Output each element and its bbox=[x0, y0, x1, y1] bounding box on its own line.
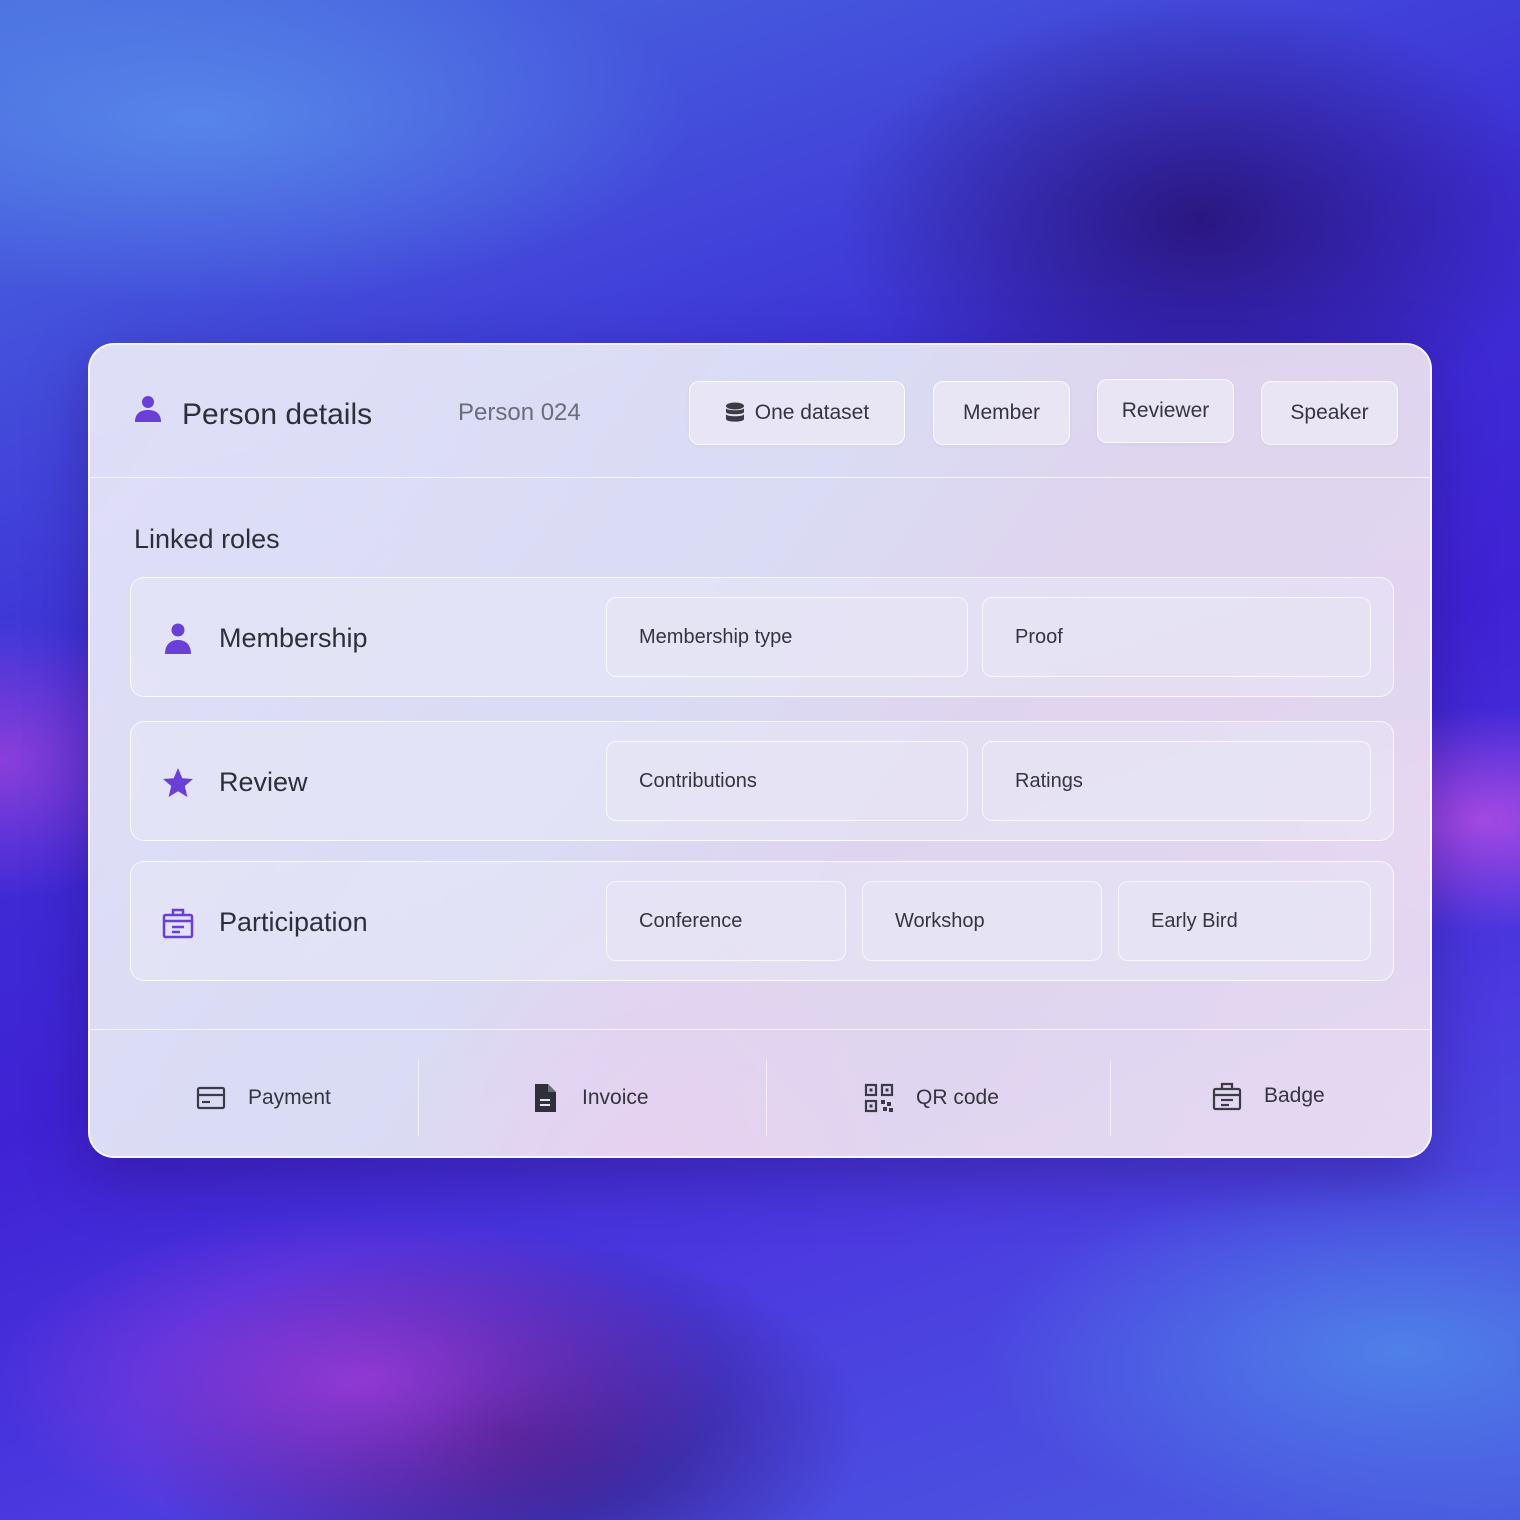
role-row-participation[interactable]: Participation Conference Workshop Early … bbox=[130, 861, 1394, 981]
role-row-review[interactable]: Review Contributions Ratings bbox=[130, 721, 1394, 841]
role-label-membership: Membership bbox=[219, 623, 368, 653]
role-row-membership[interactable]: Membership Membership type Proof bbox=[130, 577, 1394, 697]
person-id: Person 024 bbox=[458, 399, 581, 426]
field-proof[interactable]: Proof bbox=[982, 597, 1371, 677]
field-ratings[interactable]: Ratings bbox=[982, 741, 1371, 821]
footer-divider bbox=[766, 1060, 767, 1136]
member-chip-label: Member bbox=[962, 401, 1041, 424]
payment-label: Payment bbox=[248, 1086, 331, 1109]
speaker-chip[interactable]: Speaker bbox=[1261, 381, 1398, 445]
badge-label: Badge bbox=[1264, 1084, 1325, 1107]
invoice-label: Invoice bbox=[582, 1086, 649, 1109]
person-icon bbox=[135, 396, 161, 422]
invoice-action[interactable]: Invoice bbox=[530, 1060, 649, 1136]
qr-code-action[interactable]: QR code bbox=[864, 1060, 999, 1136]
role-label-participation: Participation bbox=[219, 907, 368, 937]
footer-divider bbox=[1110, 1060, 1111, 1136]
member-chip[interactable]: Member bbox=[933, 381, 1070, 445]
badge-icon bbox=[1212, 1082, 1242, 1111]
page-title: Person details bbox=[182, 398, 373, 431]
reviewer-chip[interactable]: Reviewer bbox=[1097, 379, 1234, 443]
badge-icon bbox=[162, 908, 194, 939]
footer-divider bbox=[418, 1060, 419, 1136]
role-label-review: Review bbox=[219, 767, 308, 797]
card-header: Person details Person 024 One dataset Me… bbox=[90, 345, 1430, 478]
field-conference[interactable]: Conference bbox=[606, 881, 846, 961]
qr-code-icon bbox=[864, 1083, 894, 1113]
database-icon bbox=[725, 402, 744, 422]
dataset-chip[interactable]: One dataset bbox=[689, 381, 905, 445]
speaker-chip-label: Speaker bbox=[1290, 401, 1369, 424]
field-workshop[interactable]: Workshop bbox=[862, 881, 1102, 961]
person-icon bbox=[165, 623, 191, 654]
document-icon bbox=[535, 1084, 556, 1112]
dataset-chip-label: One dataset bbox=[754, 401, 870, 424]
field-contributions[interactable]: Contributions bbox=[606, 741, 968, 821]
field-membership-type[interactable]: Membership type bbox=[606, 597, 968, 677]
star-icon bbox=[163, 768, 193, 797]
card-icon bbox=[196, 1086, 226, 1110]
reviewer-chip-label: Reviewer bbox=[1121, 399, 1210, 422]
card-footer: Payment Invoice QR code Badge bbox=[90, 1029, 1430, 1156]
person-details-card: Person details Person 024 One dataset Me… bbox=[88, 343, 1432, 1158]
linked-roles-title: Linked roles bbox=[134, 524, 280, 554]
field-early-bird[interactable]: Early Bird bbox=[1118, 881, 1371, 961]
qr-code-label: QR code bbox=[916, 1086, 999, 1109]
payment-action[interactable]: Payment bbox=[196, 1060, 331, 1136]
badge-action[interactable]: Badge bbox=[1212, 1058, 1325, 1134]
